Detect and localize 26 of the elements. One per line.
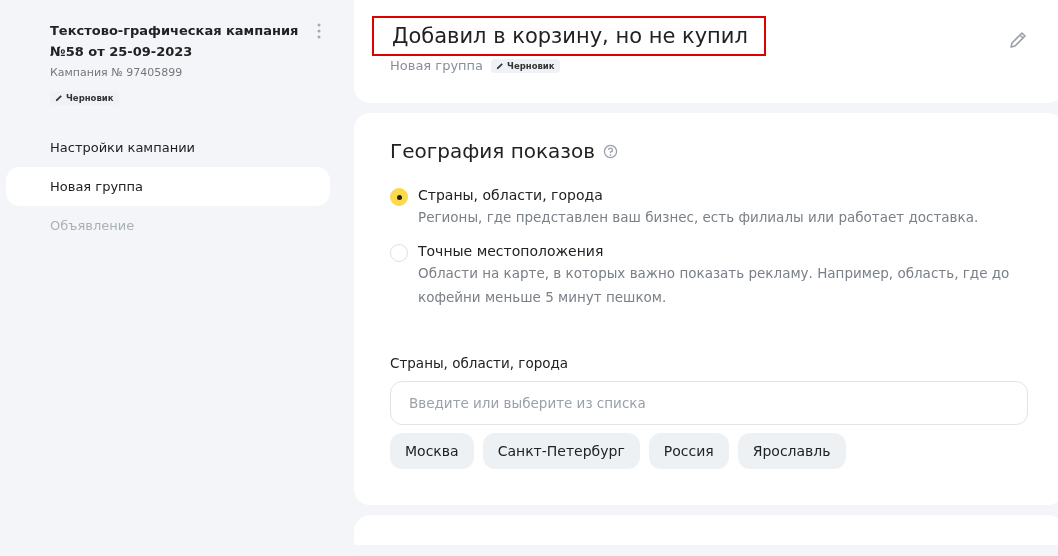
campaign-number: Кампания № 97405899 [49, 66, 184, 79]
option-description: Области на карте, в которых важно показать рекламу. Например, область, где до кофейни меньше 5 минут пешком. [418, 264, 1011, 307]
campaign-title: Текстово-графическая кампания №58 от 25-09-2023 [50, 22, 300, 61]
pencil-icon [496, 61, 505, 70]
nav-item[interactable]: Настройки кампании [6, 128, 330, 167]
section-title: География показов [390, 139, 595, 163]
region-input[interactable]: Введите или выберите из списка [390, 381, 1028, 425]
more-icon[interactable] [316, 23, 322, 39]
region-chip[interactable]: Санкт-Петербург [482, 433, 640, 469]
region-chip[interactable]: Ярославль [737, 433, 846, 469]
status-badge: Черновик [50, 91, 119, 105]
option-label: Страны, области, города [418, 187, 604, 203]
group-title: Добавил в корзину, но не купил [372, 16, 766, 56]
status-badge: Черновик [491, 58, 560, 73]
help-icon[interactable] [603, 143, 618, 159]
option-label: Точные местоположения [418, 243, 605, 259]
radio-button[interactable] [390, 188, 408, 206]
option-description: Регионы, где представлен ваш бизнес, есть филиалы или работает доставка. [418, 208, 980, 227]
pencil-icon [55, 94, 63, 102]
nav-item[interactable]: Новая группа [6, 167, 330, 206]
edit-icon[interactable] [1008, 30, 1028, 50]
region-chip[interactable]: Москва [390, 433, 474, 469]
radio-button[interactable] [390, 244, 408, 262]
field-label: Страны, области, города [390, 355, 570, 371]
region-chip[interactable]: Россия [648, 433, 729, 469]
group-subtitle: Новая группа [390, 58, 484, 73]
